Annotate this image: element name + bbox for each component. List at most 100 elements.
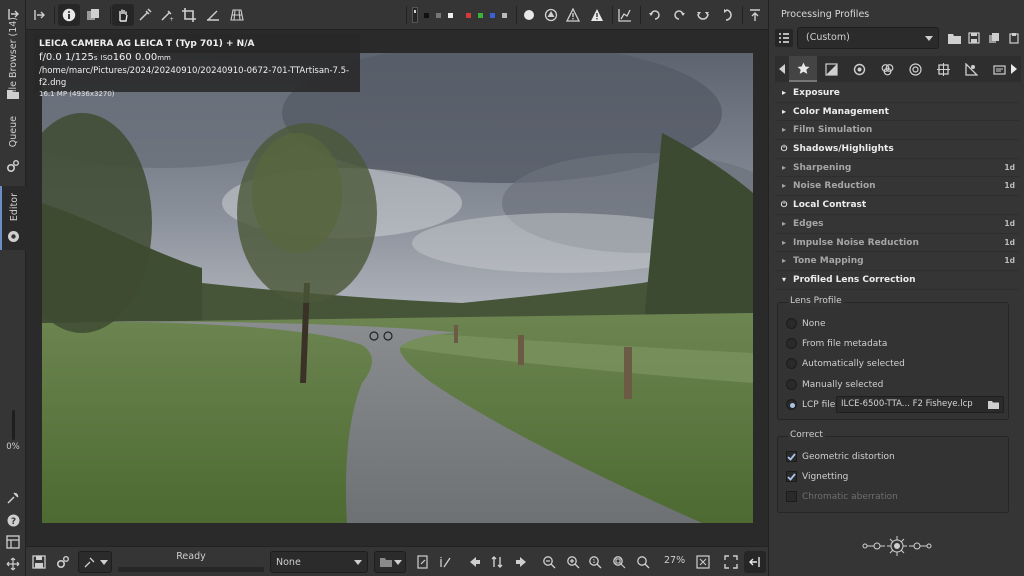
checkbox[interactable] <box>786 471 797 482</box>
paste-profile-icon[interactable] <box>1005 29 1023 47</box>
tool-edges[interactable]: ▸ Edges 1d <box>775 215 1019 234</box>
rotate-left-icon[interactable] <box>644 4 666 26</box>
focus-mask-icon[interactable] <box>518 4 540 26</box>
preview-blue-channel-icon[interactable] <box>486 4 498 26</box>
zoom-100-icon[interactable]: 1 <box>584 551 606 573</box>
tool-impulse-noise-reduction[interactable]: ▸ Impulse Noise Reduction 1d <box>775 234 1019 253</box>
preview-green-channel-icon[interactable] <box>474 4 486 26</box>
tool-film-simulation[interactable]: ▸ Film Simulation <box>775 121 1019 141</box>
rotate-right-icon[interactable] <box>668 4 690 26</box>
folder-icon[interactable] <box>5 86 21 102</box>
flip-horizontal-icon[interactable] <box>692 4 714 26</box>
radio-button-selected[interactable] <box>786 399 797 410</box>
zoom-vertical-slider[interactable] <box>12 410 15 440</box>
info-icon[interactable] <box>58 4 80 26</box>
copy-profile-icon[interactable] <box>985 29 1003 47</box>
radio-auto-selected[interactable]: Automatically selected <box>786 358 905 369</box>
clipping-highlights-icon[interactable] <box>586 4 608 26</box>
tab-scroll-right-icon[interactable] <box>1007 56 1021 82</box>
white-balance-picker-icon[interactable] <box>134 4 156 26</box>
toggle-right-panel-icon[interactable] <box>744 551 766 573</box>
preferences-icon[interactable] <box>5 490 21 506</box>
window-mode-icon[interactable] <box>5 534 21 550</box>
queue-gears-icon[interactable] <box>5 158 21 174</box>
tab-advanced-icon[interactable] <box>901 56 929 82</box>
flip-vertical-icon[interactable] <box>716 4 738 26</box>
previous-image-icon[interactable] <box>464 551 486 573</box>
new-detail-window-icon[interactable] <box>692 551 714 573</box>
fullscreen-move-icon[interactable] <box>5 556 21 572</box>
open-profile-icon[interactable] <box>945 29 963 47</box>
reset-indicator[interactable]: 1d <box>1004 252 1015 271</box>
save-profile-icon[interactable] <box>965 29 983 47</box>
tab-detail-icon[interactable] <box>845 56 873 82</box>
power-icon[interactable]: ⏻ <box>779 140 789 159</box>
radio-button[interactable] <box>786 358 797 369</box>
next-image-icon[interactable] <box>510 551 532 573</box>
tab-queue[interactable]: Queue <box>0 112 26 152</box>
radio-button[interactable] <box>786 318 797 329</box>
processing-profile-select[interactable]: (Custom) <box>797 27 939 49</box>
navigator-soft-proof-icon[interactable] <box>412 551 434 573</box>
zoom-in-icon[interactable] <box>562 551 584 573</box>
before-after-icon[interactable] <box>82 4 104 26</box>
tool-sharpening[interactable]: ▸ Sharpening 1d <box>775 159 1019 178</box>
tool-profiled-lens-correction[interactable]: ▾ Profiled Lens Correction <box>775 271 1019 290</box>
radio-button[interactable] <box>786 338 797 349</box>
preview-image[interactable] <box>42 53 753 523</box>
checkbox-geometric-distortion[interactable]: Geometric distortion <box>786 451 895 462</box>
reset-indicator[interactable]: 1d <box>1004 234 1015 253</box>
save-image-icon[interactable] <box>28 551 50 573</box>
tool-tone-mapping[interactable]: ▸ Tone Mapping 1d <box>775 252 1019 271</box>
tab-transform-icon[interactable] <box>929 56 957 82</box>
radio-from-metadata[interactable]: From file metadata <box>786 338 887 349</box>
hide-history-icon[interactable] <box>28 4 50 26</box>
image-viewport[interactable]: LEICA CAMERA AG LEICA T (Typ 701) + N/A … <box>26 30 768 546</box>
preview-luminosity-icon[interactable] <box>498 4 510 26</box>
gamut-warning-icon[interactable] <box>434 551 456 573</box>
color-picker-icon[interactable]: + <box>156 4 178 26</box>
straighten-icon[interactable] <box>202 4 224 26</box>
help-icon[interactable]: ? <box>5 512 21 528</box>
fullscreen-icon[interactable] <box>720 551 742 573</box>
tab-color-icon[interactable] <box>873 56 901 82</box>
sync-browser-icon[interactable] <box>486 551 508 573</box>
tab-file-browser[interactable]: File Browser (14) <box>0 17 26 97</box>
radio-lcp-file[interactable]: LCP file <box>786 399 835 410</box>
tab-favorites-icon[interactable] <box>789 56 817 82</box>
output-profile-select[interactable]: None <box>270 551 368 573</box>
reset-indicator[interactable]: 1d <box>1004 159 1015 178</box>
reset-indicator[interactable]: 1d <box>1004 215 1015 234</box>
zoom-fit-icon[interactable] <box>632 551 654 573</box>
power-icon[interactable]: ⏻ <box>779 196 789 215</box>
gamut-check-select[interactable] <box>374 551 406 573</box>
preview-gray-icon[interactable] <box>432 4 444 26</box>
preview-white-icon[interactable] <box>444 4 456 26</box>
hide-tools-icon[interactable] <box>744 4 766 26</box>
preview-red-channel-icon[interactable] <box>462 4 474 26</box>
clipping-shadows-icon[interactable] <box>562 4 584 26</box>
tool-local-contrast[interactable]: ⏻ Local Contrast <box>775 196 1019 215</box>
radio-none[interactable]: None <box>786 318 825 329</box>
tool-shadows-highlights[interactable]: ⏻ Shadows/Highlights <box>775 140 1019 159</box>
histogram-icon[interactable] <box>614 4 636 26</box>
external-editor-select[interactable] <box>78 551 112 573</box>
perspective-icon[interactable] <box>226 4 248 26</box>
tab-raw-icon[interactable] <box>957 56 985 82</box>
radio-manually-selected[interactable]: Manually selected <box>786 379 883 390</box>
preview-black-icon[interactable] <box>420 4 432 26</box>
checkbox[interactable] <box>786 451 797 462</box>
send-to-queue-icon[interactable] <box>52 551 74 573</box>
false-color-icon[interactable] <box>540 4 562 26</box>
hand-icon[interactable] <box>112 4 134 26</box>
zoom-fit-crop-icon[interactable] <box>608 551 630 573</box>
lcp-file-chooser[interactable]: ILCE-6500-TTA... F2 Fisheye.lcp <box>836 396 1004 413</box>
reset-indicator[interactable]: 1d <box>1004 177 1015 196</box>
radio-button[interactable] <box>786 379 797 390</box>
tool-color-management[interactable]: ▸ Color Management <box>775 103 1019 122</box>
tool-noise-reduction[interactable]: ▸ Noise Reduction 1d <box>775 177 1019 197</box>
crop-icon[interactable] <box>178 4 200 26</box>
profile-list-icon[interactable] <box>775 29 793 47</box>
tab-scroll-left-icon[interactable] <box>775 56 789 82</box>
zoom-out-icon[interactable] <box>538 551 560 573</box>
